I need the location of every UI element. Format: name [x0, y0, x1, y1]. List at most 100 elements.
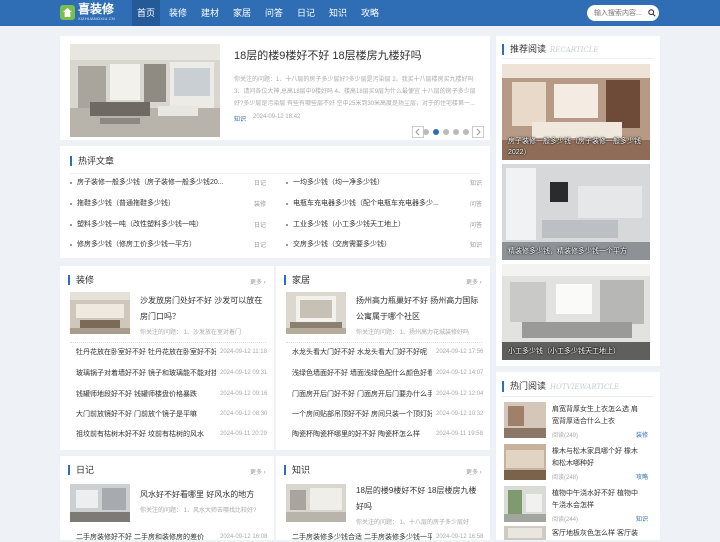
site-logo[interactable]: 喜装修 XIZHUANGXIU.CN: [60, 3, 130, 23]
recommend-item[interactable]: 房子装修一般多少钱（房子装修一般多少钱 2022）: [502, 64, 650, 160]
search-box: [587, 5, 659, 21]
riji-feature-title[interactable]: 风水好不好看哪里 好风水的地方: [140, 490, 254, 500]
zhuangxiu-feature-image[interactable]: [70, 292, 130, 334]
nav-item-riji[interactable]: 日记: [294, 0, 318, 26]
slider-dot[interactable]: [463, 129, 469, 135]
hot-item-title[interactable]: 橡木与松木家具哪个好 橡木: [552, 447, 638, 456]
recommend-caption: 2022）: [508, 149, 531, 156]
nav-item-gonglue[interactable]: 攻略: [358, 0, 382, 26]
hot-comments-title: 热评文章: [70, 156, 114, 166]
divider: [502, 396, 654, 397]
bullet: [286, 203, 288, 205]
zhuangxiu-feature-meta: 你关注的问题： 1、沙发放在室对着门: [140, 330, 242, 336]
nav-item-home[interactable]: 首页: [132, 0, 160, 26]
zhishi-section: 知识 更多 18层的楼9楼好不好 18层楼房九楼 好吗 你关注的问题： 1、十八…: [276, 456, 490, 542]
divider: [70, 173, 480, 174]
riji-feature-image[interactable]: [70, 484, 130, 522]
jiaju-item[interactable]: 陶瓷杯陶瓷杯哪里的好不好 陶瓷杯怎么样: [292, 430, 432, 439]
arrow-right-icon[interactable]: [472, 126, 484, 138]
slider-dot[interactable]: [423, 129, 429, 135]
hot-comment-tag[interactable]: 装修: [254, 199, 266, 208]
zhuangxiu-item[interactable]: 大门前放镜好不好 门前放个镜子是平嘛: [76, 410, 216, 419]
bullet: [286, 244, 288, 246]
hot-comment-tag[interactable]: 日记: [254, 178, 266, 187]
hot-comment-item[interactable]: 交房多少钱（交房需要多少钱）: [293, 240, 453, 249]
slider-dot[interactable]: [453, 129, 459, 135]
zhishi-more-link[interactable]: 更多: [466, 467, 482, 476]
hot-item-tag[interactable]: 攻略: [636, 472, 648, 481]
zhuangxiu-item-date: 2024-09-11 20:29: [220, 431, 267, 437]
nav-item-jiancai[interactable]: 建材: [198, 0, 222, 26]
jiaju-item[interactable]: 水龙头看大门好不好 水龙头看大门好不好呢: [292, 348, 432, 357]
zhishi-item-date: 2024-09-12 16:58: [436, 534, 484, 540]
featured-category[interactable]: 知识: [234, 114, 246, 123]
nav-item-wenda[interactable]: 问答: [262, 0, 286, 26]
zhuangxiu-item[interactable]: 祖坟前有枯树木好不好 坟前有枯树的风水: [76, 430, 216, 439]
zhuangxiu-item[interactable]: 牡丹花放在卧室好不好 牡丹花放在卧室好不好: [76, 348, 216, 357]
hot-item-reads: 阅读(248): [552, 475, 579, 481]
jiaju-item[interactable]: 门面房开后门好不好 门面房开后门要办什么手续: [292, 390, 432, 399]
riji-section: 日记 更多 风水好不好看哪里 好风水的地方 你关注的问题： 1、风水大师去哪找比…: [60, 456, 274, 542]
hot-comment-tag[interactable]: 问答: [470, 199, 482, 208]
hot-comment-item[interactable]: 拖鞋多少钱（普通拖鞋多少钱）: [77, 199, 237, 208]
hot-item-tag[interactable]: 知识: [636, 514, 648, 523]
hot-item-tag[interactable]: 装修: [636, 430, 648, 439]
slider-dot-active[interactable]: [433, 129, 439, 135]
featured-title[interactable]: 18层的楼9楼好不好 18层楼房九楼好吗: [234, 50, 422, 63]
jiaju-feature-title-2[interactable]: 公寓属于哪个社区: [356, 312, 420, 322]
jiaju-item[interactable]: 浅绿色墙面好不好 墙面浅绿色配什么颜色好看: [292, 369, 432, 378]
hot-comment-tag[interactable]: 日记: [254, 240, 266, 249]
zhishi-feature-title-2[interactable]: 好吗: [356, 502, 372, 512]
hot-comment-item[interactable]: 修房多少钱（修房工价多少钱一平方）: [77, 240, 237, 249]
zhuangxiu-item[interactable]: 钱罐师地段好不好 钱罐师楼盘价格暴跌: [76, 390, 216, 399]
nav-item-zhishi[interactable]: 知识: [326, 0, 350, 26]
recommend-item[interactable]: 精装修多少钱，精装修多少钱一个平方: [502, 164, 650, 260]
hot-item-title[interactable]: 植物中午浇水好不好 植物中: [552, 489, 638, 498]
riji-more-link[interactable]: 更多: [250, 467, 266, 476]
hot-item-image[interactable]: [504, 486, 546, 522]
hot-item-title[interactable]: 宽背厚适合什么上衣: [552, 417, 615, 426]
riji-item[interactable]: 二手房装修好不好 二手房和装修房的差价: [76, 533, 216, 542]
zhishi-feature-title-1[interactable]: 18层的楼9楼好不好 18层楼房九楼: [356, 486, 476, 496]
zhuangxiu-item[interactable]: 玻璃锅子对着墙好不好 镜子和玻璃能不能对挂: [76, 369, 216, 378]
jiaju-item[interactable]: 一个房间贴部吊顶好不好 房间只装一个顶灯好: [292, 410, 432, 419]
hot-comment-tag[interactable]: 问答: [470, 220, 482, 229]
hot-comment-tag[interactable]: 日记: [254, 220, 266, 229]
zhuangxiu-feature-title-1[interactable]: 沙发放房门处好不好 沙发可以放在: [140, 296, 262, 306]
hot-comment-item[interactable]: 塑料多少钱一吨（改性塑料多少钱一吨）: [77, 220, 237, 229]
featured-image[interactable]: [70, 44, 220, 137]
jiaju-section: 家居 更多 扬州高力瓶巢好不好 扬州高力国际 公寓属于哪个社区 你关注的问题： …: [276, 266, 490, 450]
nav-item-jiaju[interactable]: 家居: [230, 0, 254, 26]
hot-comment-item[interactable]: 房子装修一般多少钱（房子装修一般多少钱20...: [77, 178, 237, 187]
hot-item-title[interactable]: 肩宽背厚女生上衣怎么选 肩: [552, 405, 638, 414]
hot-item-title[interactable]: 客厅地板灰色怎么样 客厅装: [552, 529, 638, 538]
slider-dot[interactable]: [443, 129, 449, 135]
jiaju-feature-image[interactable]: [286, 292, 346, 334]
hot-comment-item[interactable]: 一均多少钱（均一净多少钱）: [293, 178, 453, 187]
search-input[interactable]: [594, 7, 644, 19]
jiaju-feature-title-1[interactable]: 扬州高力瓶巢好不好 扬州高力国际: [356, 296, 478, 306]
bullet: [70, 244, 72, 246]
hot-item-image[interactable]: [504, 402, 546, 438]
recommend-title-text: 推荐阅读: [510, 44, 547, 54]
hot-comments-panel: 热评文章 房子装修一般多少钱（房子装修一般多少钱20... 日记 拖鞋多少钱（普…: [60, 146, 490, 258]
hot-item-image[interactable]: [504, 444, 546, 480]
zhuangxiu-feature-title-2[interactable]: 房门口吗？: [140, 312, 180, 322]
search-icon[interactable]: [648, 9, 656, 17]
hot-comment-tag[interactable]: 知识: [470, 178, 482, 187]
recommend-title: 推荐阅读 RECARTICLE: [502, 44, 599, 55]
hot-comment-item[interactable]: 工业多少钱（小工多少钱天工地上）: [293, 220, 453, 229]
hot-item-title[interactable]: 和松木哪种好: [552, 459, 594, 468]
recommend-item[interactable]: 小工多少钱（小工多少钱天工地上）: [502, 264, 650, 360]
zhuangxiu-more-link[interactable]: 更多: [250, 277, 266, 286]
bullet: [70, 182, 72, 184]
hot-comment-item[interactable]: 电瓶车充电器多少钱（配个电瓶车充电器多少...: [293, 199, 453, 208]
featured-slider: 18层的楼9楼好不好 18层楼房九楼好吗 你关注的问题：1、十八层的房子多少层好…: [60, 36, 490, 140]
nav-item-zhuangxiu[interactable]: 装修: [166, 0, 190, 26]
zhishi-item[interactable]: 二手房装修多少钱合适 二手房装修多少钱一平: [292, 533, 432, 542]
hot-item-title[interactable]: 午浇水会怎样: [552, 501, 594, 510]
jiaju-more-link[interactable]: 更多: [466, 277, 482, 286]
zhishi-feature-image[interactable]: [286, 484, 346, 522]
hot-item-image[interactable]: [504, 526, 546, 540]
hot-comment-tag[interactable]: 知识: [470, 240, 482, 249]
